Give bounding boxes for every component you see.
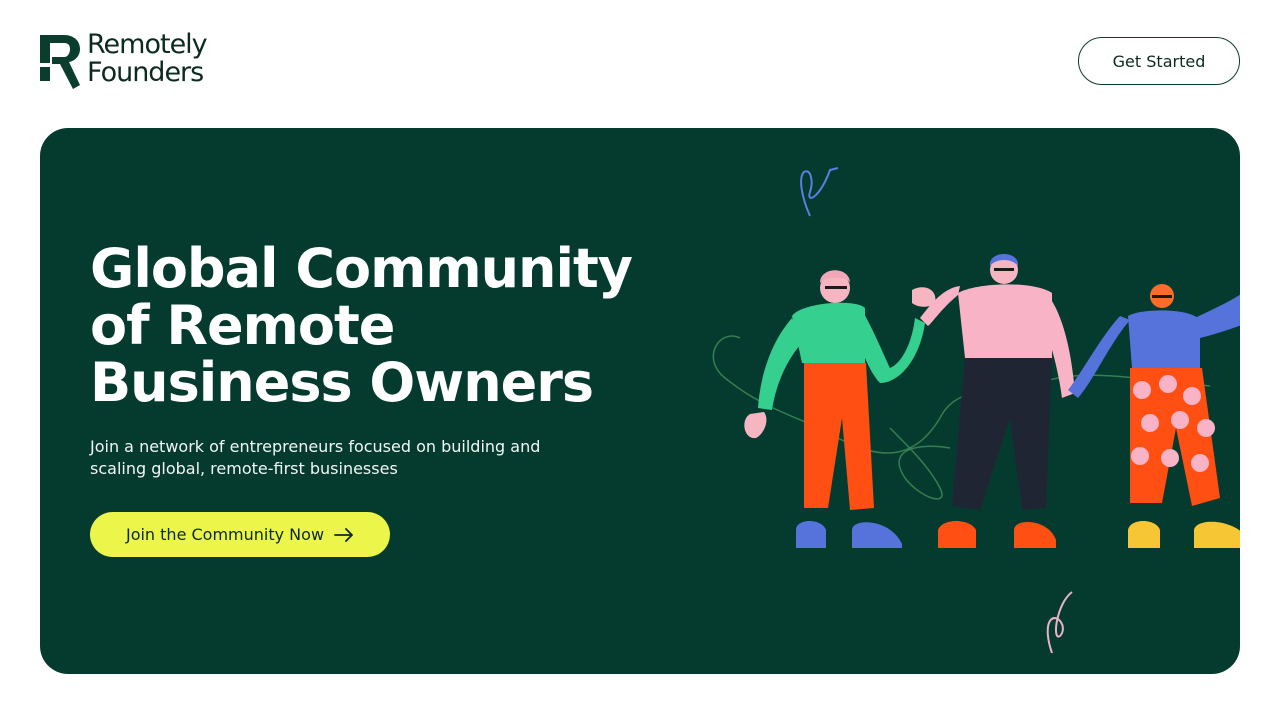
hero-title-line-2: of Remote [90, 294, 395, 357]
hero-subtitle: Join a network of entrepreneurs focused … [90, 437, 541, 478]
logo-line-1: Remotely [87, 29, 208, 60]
squiggle-top-decoration [800, 167, 839, 217]
hero-title: Global Community of Remote Business Owne… [90, 240, 690, 411]
site-header: Remotely Founders Get Started [0, 0, 1280, 120]
person-left-illustration [744, 270, 936, 548]
hero-title-line-3: Business Owners [90, 351, 594, 414]
join-community-button[interactable]: Join the Community Now [90, 512, 390, 557]
logo[interactable]: Remotely Founders [40, 29, 208, 91]
join-community-label: Join the Community Now [125, 525, 325, 544]
person-middle-illustration [920, 254, 1075, 548]
hero-section: Global Community of Remote Business Owne… [40, 128, 1240, 674]
get-started-button[interactable]: Get Started [1078, 37, 1240, 85]
background-loop-decoration [889, 427, 951, 500]
person-right-illustration [1068, 284, 1240, 548]
logo-wordmark: Remotely Founders [87, 29, 208, 88]
logo-line-2: Founders [87, 57, 204, 88]
squiggle-bottom-decoration [1046, 591, 1073, 654]
hero-title-line-1: Global Community [90, 237, 633, 300]
arrow-right-icon [334, 527, 353, 542]
logo-mark-icon [40, 35, 80, 89]
people-holding-hands-illustration [712, 167, 1240, 654]
